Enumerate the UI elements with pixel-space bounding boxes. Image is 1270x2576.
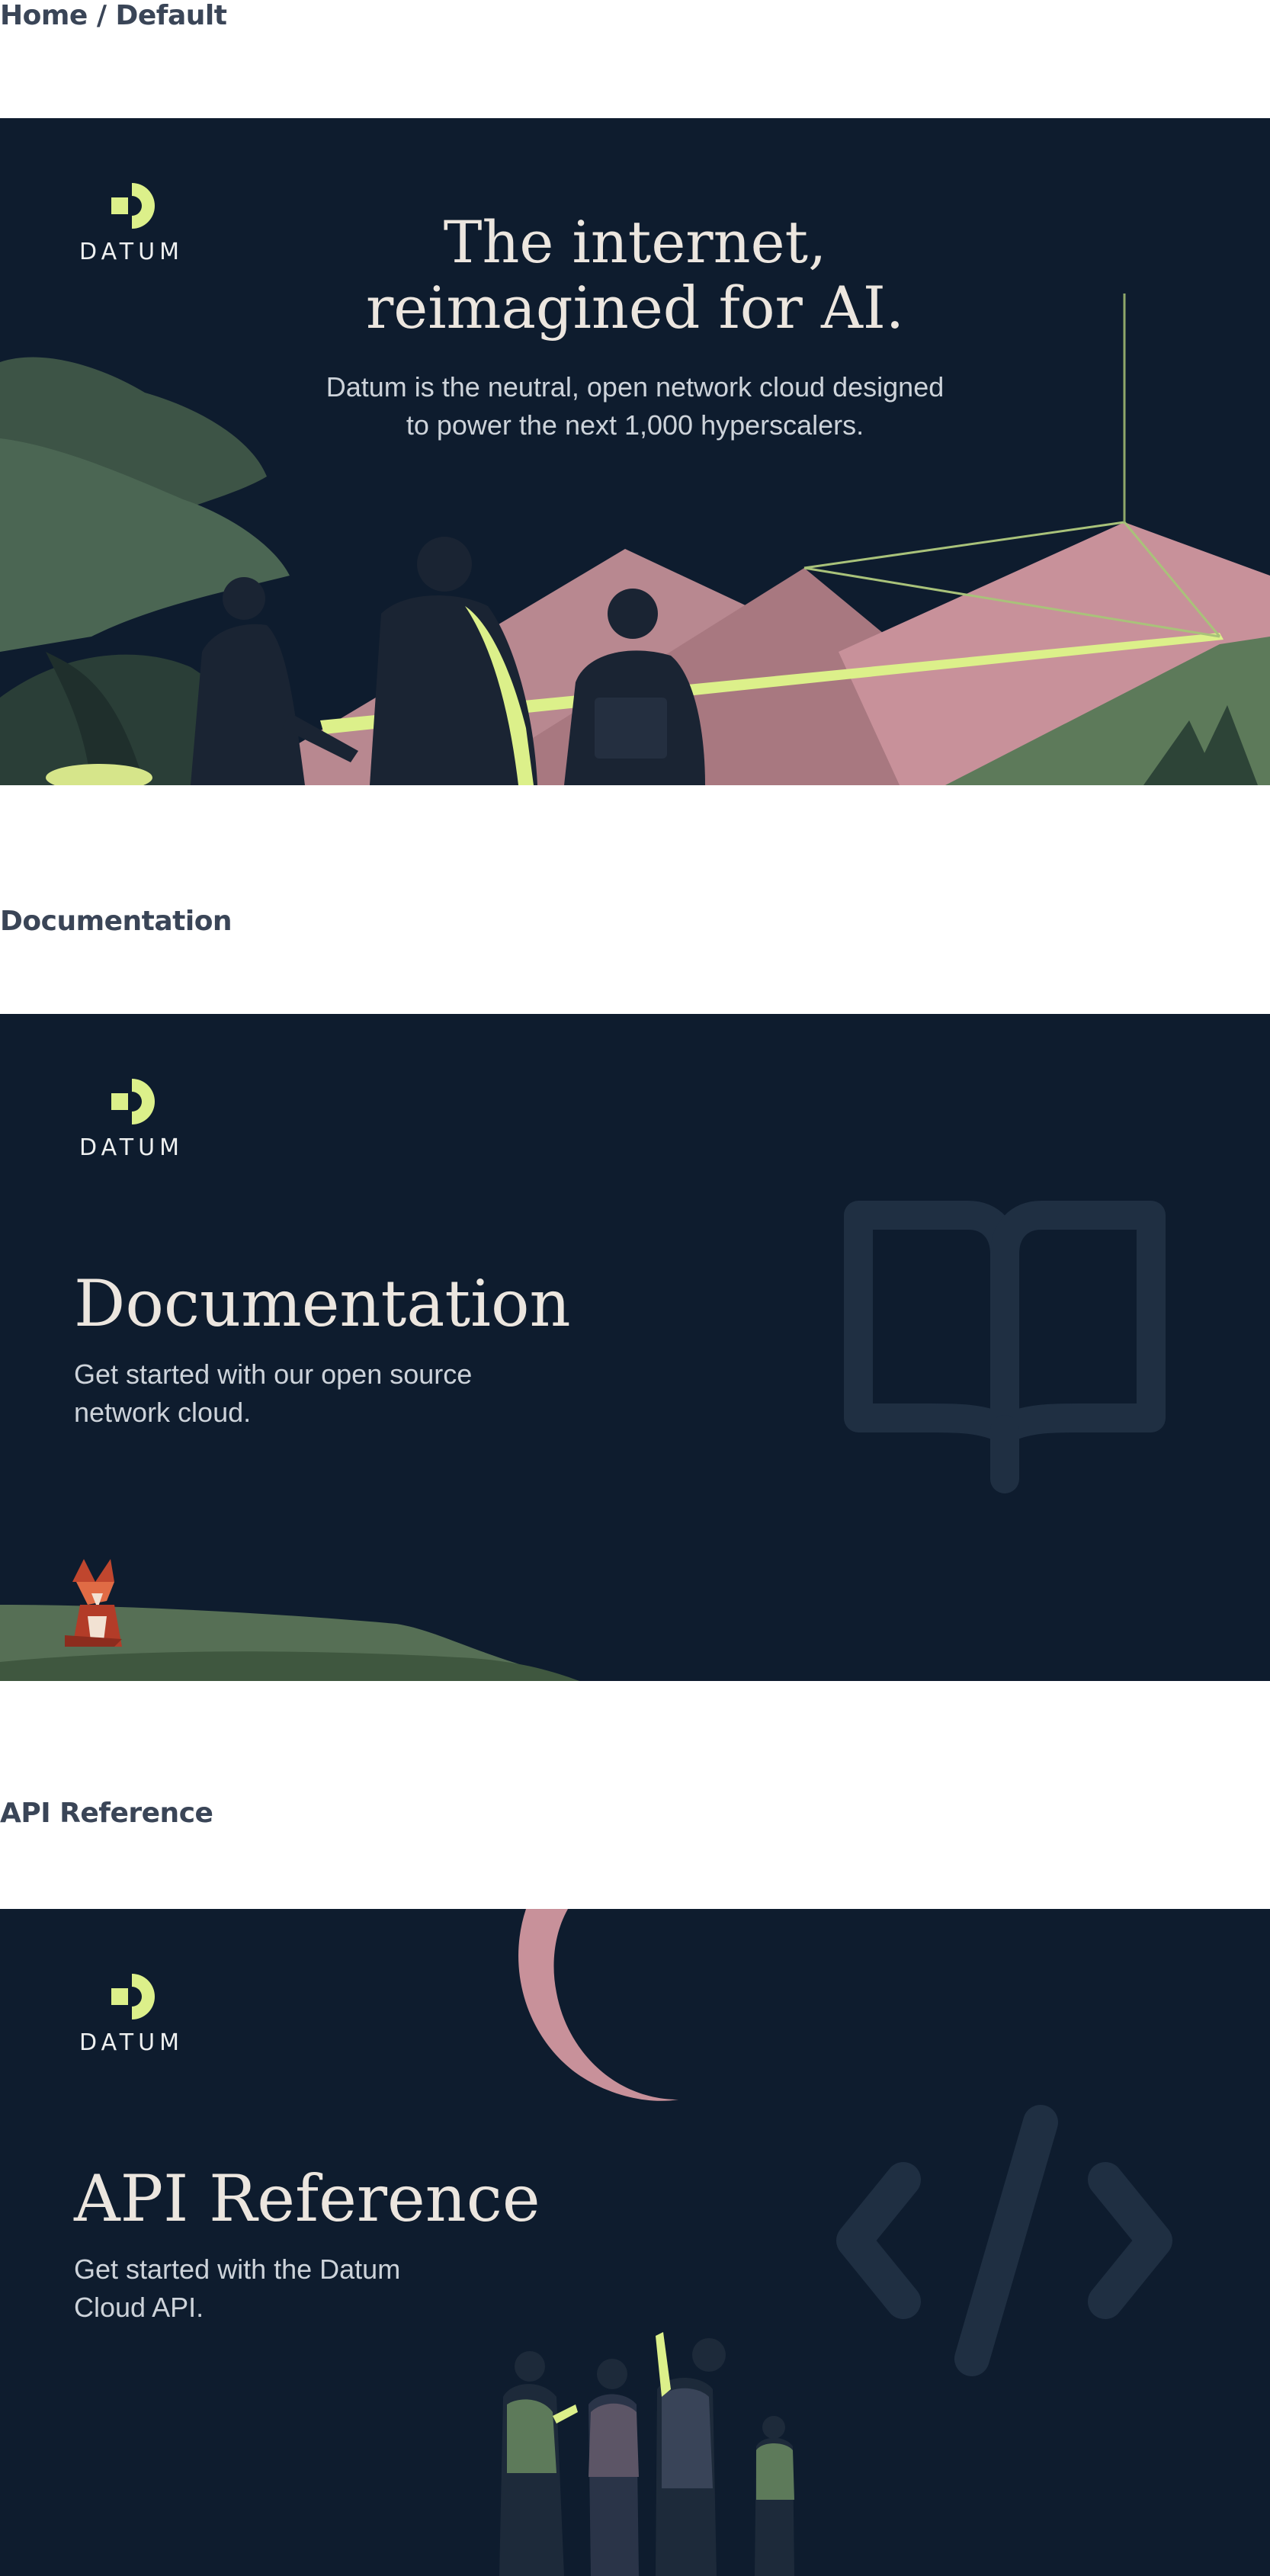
breadcrumb: Home / Default — [0, 0, 227, 31]
book-icon — [844, 1201, 1166, 1493]
documentation-title: Documentation — [74, 1266, 571, 1341]
datum-logo: DATUM — [72, 1075, 191, 1161]
api-reference-subtitle-line2: Cloud API. — [74, 2292, 204, 2323]
api-reference-subtitle-line1: Get started with the Datum — [74, 2254, 401, 2285]
code-icon — [836, 2105, 1172, 2376]
api-reference-title: API Reference — [74, 2161, 540, 2236]
moon-illustration — [518, 1909, 678, 2101]
people-illustration — [499, 2332, 794, 2576]
datum-logo-icon — [111, 1079, 155, 1124]
datum-logo: DATUM — [72, 1970, 191, 2056]
documentation-card[interactable]: DATUM Documentation Get started with our… — [0, 1014, 1270, 1681]
api-reference-section-label: API Reference — [0, 1798, 213, 1829]
api-reference-card[interactable]: DATUM API Reference Get started with the… — [0, 1909, 1270, 2576]
hero-subtitle-line1: Datum is the neutral, open network cloud… — [326, 371, 944, 403]
hero-title-line1: The internet, — [443, 208, 827, 276]
documentation-subtitle-line1: Get started with our open source — [74, 1359, 473, 1390]
hero-banner: DATUM The internet, reimagined for AI. D… — [0, 118, 1270, 785]
hero-title-line2: reimagined for AI. — [365, 274, 905, 342]
documentation-section-label: Documentation — [0, 906, 233, 937]
hero-subtitle-line2: to power the next 1,000 hyperscalers. — [406, 409, 864, 441]
datum-logo-icon — [111, 1974, 155, 2019]
documentation-subtitle-line2: network cloud. — [74, 1397, 252, 1428]
datum-wordmark: DATUM — [79, 2029, 184, 2056]
datum-wordmark: DATUM — [79, 1134, 184, 1161]
